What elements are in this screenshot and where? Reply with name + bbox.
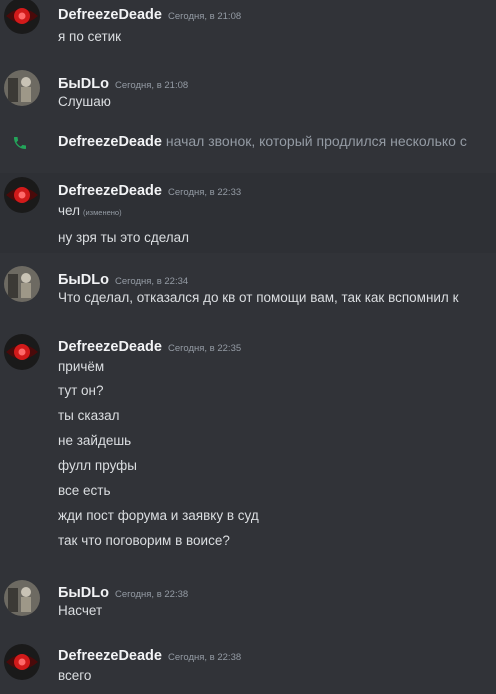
message-text: ты сказал <box>58 408 120 423</box>
message-text: всего <box>58 668 92 683</box>
user-avatar[interactable] <box>4 266 40 302</box>
user-avatar[interactable] <box>4 580 40 616</box>
message-text: причём <box>58 359 105 374</box>
call-description: начал звонок, который продлился нескольк… <box>165 133 467 149</box>
gray-figure-avatar-icon <box>4 580 40 616</box>
timestamp: Сегодня, в 21:08 <box>167 11 242 22</box>
message-header: DefreezeDeade Сегодня, в 22:35 <box>58 338 241 356</box>
timestamp: Сегодня, в 22:38 <box>167 652 242 663</box>
user-avatar[interactable] <box>4 177 40 213</box>
gray-figure-avatar-icon <box>4 70 40 106</box>
timestamp: Сегодня, в 22:35 <box>167 343 242 354</box>
timestamp: Сегодня, в 22:34 <box>115 276 189 287</box>
call-author-name[interactable]: DefreezeDeade <box>58 134 162 150</box>
user-avatar[interactable] <box>4 334 40 370</box>
timestamp: Сегодня, в 22:38 <box>115 589 189 600</box>
message-header: БыDLo Сегодня, в 21:08 <box>58 75 188 93</box>
author-name[interactable]: DefreezeDeade <box>58 648 162 664</box>
edited-label: (изменено) <box>82 208 122 217</box>
message-text: чел (изменено) <box>58 203 122 218</box>
timestamp: Сегодня, в 22:33 <box>167 187 242 198</box>
call-text: DefreezeDeade начал звонок, который прод… <box>58 133 467 150</box>
message-text: не зайдешь <box>58 433 132 448</box>
phone-icon <box>14 137 26 149</box>
message-text: Что сделал, отказался до кв от помощи ва… <box>58 290 459 305</box>
user-avatar[interactable] <box>4 70 40 106</box>
red-eye-avatar-icon <box>4 334 40 370</box>
timestamp: Сегодня, в 21:08 <box>115 80 189 91</box>
author-name[interactable]: БыDLo <box>58 272 109 288</box>
red-eye-avatar-icon <box>4 644 40 680</box>
message-text-content: чел <box>58 203 80 218</box>
message-text: Насчет <box>58 603 103 618</box>
red-eye-avatar-icon <box>4 177 40 213</box>
user-avatar[interactable] <box>4 644 40 680</box>
call-system-message: DefreezeDeade начал звонок, который прод… <box>0 131 496 155</box>
gray-figure-avatar-icon <box>4 266 40 302</box>
author-name[interactable]: DefreezeDeade <box>58 339 162 355</box>
user-avatar[interactable] <box>4 0 40 34</box>
author-name[interactable]: БыDLo <box>58 585 109 601</box>
author-name[interactable]: DefreezeDeade <box>58 183 162 199</box>
message-text: так что поговорим в воисе? <box>58 533 230 548</box>
message-text: я по сетик <box>58 29 122 44</box>
message-header: DefreezeDeade Сегодня, в 22:33 <box>58 182 241 200</box>
message-text: ну зря ты это сделал <box>58 230 190 245</box>
author-name[interactable]: DefreezeDeade <box>58 7 162 23</box>
message-text: все есть <box>58 483 111 498</box>
message-header: БыDLo Сегодня, в 22:38 <box>58 584 188 602</box>
message-header: DefreezeDeade Сегодня, в 22:38 <box>58 647 241 665</box>
message-header: БыDLo Сегодня, в 22:34 <box>58 271 188 289</box>
author-name[interactable]: БыDLo <box>58 76 109 92</box>
red-eye-avatar-icon <box>4 0 40 34</box>
message-header: DefreezeDeade Сегодня, в 21:08 <box>58 6 241 24</box>
message-text: тут он? <box>58 383 104 398</box>
chat-message-list: DefreezeDeade Сегодня, в 21:08 я по сетик… <box>0 0 496 694</box>
message-text: Слушаю <box>58 94 111 109</box>
message-text: фулл пруфы <box>58 458 137 473</box>
message-text: жди пост форума и заявку в суд <box>58 508 259 523</box>
